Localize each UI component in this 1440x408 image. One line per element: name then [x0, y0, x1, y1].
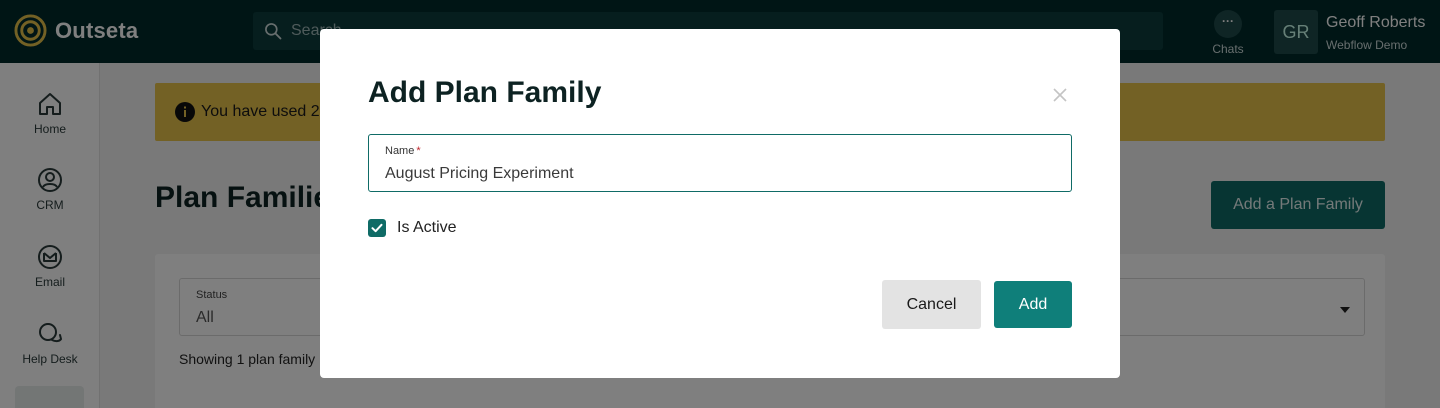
dialog-title: Add Plan Family — [368, 76, 602, 109]
cancel-button[interactable]: Cancel — [882, 280, 981, 329]
add-plan-family-dialog: Add Plan Family Name* Is Active Cancel A… — [320, 29, 1120, 378]
required-mark: * — [416, 145, 421, 157]
name-field-label: Name * — [385, 145, 421, 157]
close-button[interactable] — [1048, 83, 1072, 107]
app-root: Outseta Search ··· Chats GR Geoff Robert… — [0, 0, 1440, 408]
is-active-row[interactable]: Is Active — [368, 219, 457, 237]
close-icon — [1053, 88, 1067, 102]
name-input[interactable] — [385, 164, 1045, 184]
is-active-checkbox[interactable] — [368, 219, 386, 237]
name-field[interactable]: Name * — [368, 134, 1072, 192]
add-button[interactable]: Add — [994, 281, 1072, 328]
is-active-label: Is Active — [397, 219, 457, 236]
check-icon — [371, 223, 383, 233]
